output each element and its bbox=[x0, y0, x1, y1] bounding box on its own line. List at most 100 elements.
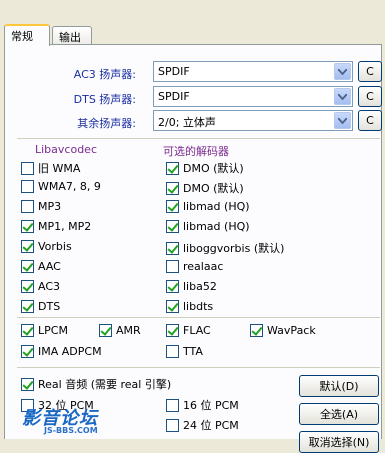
tab-general[interactable]: 常规 bbox=[4, 24, 50, 46]
checkbox-box[interactable] bbox=[166, 181, 179, 195]
libavcodec-item[interactable]: Vorbis bbox=[21, 240, 72, 253]
decoder-item[interactable]: DMO (默认) bbox=[166, 180, 244, 196]
checkbox-box[interactable] bbox=[166, 324, 179, 337]
checkbox-box[interactable] bbox=[21, 220, 34, 233]
checkbox-box[interactable] bbox=[21, 161, 34, 175]
libavcodec-item-label: AAC bbox=[38, 260, 61, 273]
checkbox-box[interactable] bbox=[21, 200, 34, 213]
libavcodec-item-label: 旧 WMA bbox=[38, 162, 81, 175]
dts-speaker-select[interactable]: SPDIF bbox=[153, 86, 353, 107]
checkbox-box[interactable] bbox=[166, 398, 179, 412]
other-speaker-select[interactable]: 2/0; 立体声 bbox=[153, 110, 353, 131]
tab-general-label: 常规 bbox=[11, 30, 33, 43]
select-all-button-label: 全选(A) bbox=[319, 408, 359, 421]
checkbox-box[interactable] bbox=[99, 324, 112, 337]
checkbox-box[interactable] bbox=[21, 260, 34, 273]
checkbox-box[interactable] bbox=[21, 180, 34, 193]
lossless-item[interactable]: TTA bbox=[166, 345, 203, 358]
libavcodec-item-label: DTS bbox=[38, 300, 61, 313]
deselect-all-button[interactable]: 取消选择(N) bbox=[299, 431, 379, 453]
lossless-item-label: FLAC bbox=[183, 324, 211, 337]
lossless-item-label: AMR bbox=[116, 324, 141, 337]
checkbox-box[interactable] bbox=[166, 260, 179, 273]
other-config-button[interactable]: C bbox=[358, 110, 382, 131]
decoder-item-label: liboggvorbis (默认) bbox=[183, 242, 285, 255]
lossless-item[interactable]: AMR bbox=[99, 324, 141, 337]
checkbox-box[interactable] bbox=[166, 161, 179, 175]
pcm16-label: 16 位 PCM bbox=[183, 399, 239, 412]
libavcodec-item[interactable]: WMA7, 8, 9 bbox=[21, 180, 101, 193]
decoder-item-label: liba52 bbox=[183, 280, 217, 293]
lossless-item[interactable]: WavPack bbox=[250, 324, 316, 337]
settings-panel: AC3 扬声器: SPDIF C DTS 扬声器: SPDIF C 其余扬声器:… bbox=[4, 44, 382, 453]
pcm24-checkbox[interactable]: 24 位 PCM bbox=[166, 417, 239, 433]
lossless-item[interactable]: LPCM bbox=[21, 324, 68, 337]
decoder-item[interactable]: liboggvorbis (默认) bbox=[166, 240, 284, 256]
lossless-item[interactable]: FLAC bbox=[166, 324, 211, 337]
decoder-item[interactable]: realaac bbox=[166, 260, 223, 273]
ac3-config-button[interactable]: C bbox=[358, 61, 382, 82]
checkbox-box[interactable] bbox=[166, 418, 179, 432]
libavcodec-item[interactable]: AAC bbox=[21, 260, 61, 273]
real-audio-label: Real 音频 (需要 real 引擎) bbox=[38, 378, 172, 391]
divider bbox=[17, 367, 380, 368]
libavcodec-item[interactable]: MP1, MP2 bbox=[21, 220, 91, 233]
chevron-down-icon[interactable] bbox=[334, 88, 351, 105]
ac3-speaker-select[interactable]: SPDIF bbox=[153, 61, 353, 82]
checkbox-box[interactable] bbox=[21, 324, 34, 337]
chevron-down-icon[interactable] bbox=[334, 63, 351, 80]
select-all-button[interactable]: 全选(A) bbox=[299, 403, 379, 425]
tab-output-label: 输出 bbox=[59, 31, 81, 44]
lossless-item-label: TTA bbox=[183, 345, 203, 358]
decoder-item[interactable]: libdts bbox=[166, 300, 213, 313]
default-button-label: 默认(D) bbox=[319, 380, 359, 393]
decoder-item[interactable]: liba52 bbox=[166, 280, 217, 293]
pcm16-checkbox[interactable]: 16 位 PCM bbox=[166, 397, 239, 413]
checkbox-box[interactable] bbox=[166, 220, 179, 233]
chevron-down-icon[interactable] bbox=[334, 112, 351, 129]
checkbox-box[interactable] bbox=[166, 345, 179, 358]
checkbox-box[interactable] bbox=[166, 280, 179, 293]
decoder-item[interactable]: libmad (HQ) bbox=[166, 220, 250, 233]
libavcodec-item[interactable]: MP3 bbox=[21, 200, 61, 213]
checkbox-box[interactable] bbox=[21, 280, 34, 293]
divider bbox=[17, 138, 380, 139]
checkbox-box[interactable] bbox=[166, 300, 179, 313]
libavcodec-item[interactable]: 旧 WMA bbox=[21, 160, 80, 176]
checkbox-box[interactable] bbox=[250, 324, 263, 337]
checkbox-box[interactable] bbox=[166, 241, 179, 255]
deselect-all-button-label: 取消选择(N) bbox=[308, 436, 370, 449]
ac3-speaker-value: SPDIF bbox=[158, 65, 190, 78]
checkbox-box[interactable] bbox=[21, 300, 34, 313]
real-audio-checkbox[interactable]: Real 音频 (需要 real 引擎) bbox=[21, 376, 171, 392]
checkbox-box[interactable] bbox=[166, 200, 179, 213]
libavcodec-item-label: Vorbis bbox=[38, 240, 72, 253]
checkbox-box[interactable] bbox=[21, 377, 34, 391]
ac3-speaker-label: AC3 扬声器: bbox=[73, 68, 136, 81]
optional-decoders-header: 可选的解码器 bbox=[163, 145, 229, 158]
tab-output[interactable]: 输出 bbox=[52, 26, 92, 45]
dts-config-button[interactable]: C bbox=[358, 86, 382, 107]
lossless-item-label: WavPack bbox=[267, 324, 316, 337]
ac3-config-label: C bbox=[366, 65, 374, 78]
decoder-item-label: libdts bbox=[183, 300, 214, 313]
decoder-item-label: DMO (默认) bbox=[183, 182, 244, 195]
checkbox-box[interactable] bbox=[21, 345, 34, 358]
dts-speaker-value: SPDIF bbox=[158, 90, 190, 103]
other-config-label: C bbox=[366, 114, 374, 127]
lossless-item-label: LPCM bbox=[38, 324, 68, 337]
decoder-item[interactable]: DMO (默认) bbox=[166, 160, 244, 176]
divider bbox=[17, 317, 380, 318]
lossless-item[interactable]: IMA ADPCM bbox=[21, 345, 102, 358]
decoder-item-label: libmad (HQ) bbox=[183, 200, 250, 213]
dts-speaker-label: DTS 扬声器: bbox=[73, 93, 136, 106]
lossless-item-label: IMA ADPCM bbox=[38, 345, 102, 358]
libavcodec-item[interactable]: DTS bbox=[21, 300, 60, 313]
decoder-item[interactable]: libmad (HQ) bbox=[166, 200, 250, 213]
default-button[interactable]: 默认(D) bbox=[299, 375, 379, 397]
dts-config-label: C bbox=[366, 90, 374, 103]
libavcodec-item-label: MP1, MP2 bbox=[38, 220, 92, 233]
checkbox-box[interactable] bbox=[21, 240, 34, 253]
forum-watermark-logo: 影音论坛 JS-BBS.COM bbox=[22, 404, 142, 438]
libavcodec-item[interactable]: AC3 bbox=[21, 280, 60, 293]
